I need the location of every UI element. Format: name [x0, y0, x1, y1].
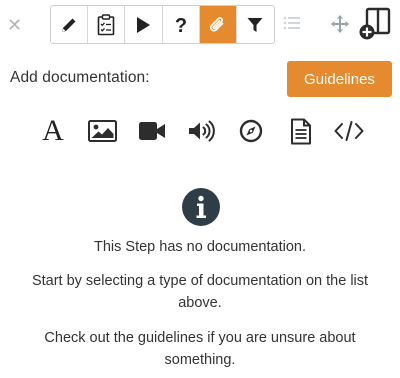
volume-icon [189, 120, 215, 142]
compass-icon [239, 119, 263, 143]
code-icon [334, 121, 364, 141]
file-type-button[interactable] [286, 114, 316, 148]
text-type-button[interactable]: A [40, 114, 66, 148]
filter-icon [247, 17, 263, 32]
clipboard-checklist-icon [97, 13, 115, 35]
top-toolbar-area: ✕ ? [0, 0, 400, 52]
video-type-button[interactable] [137, 114, 167, 148]
code-type-button[interactable] [332, 114, 366, 148]
pencil-icon [62, 18, 76, 32]
empty-state-instruction: Start by selecting a type of documentati… [31, 273, 369, 311]
move-icon[interactable] [330, 14, 350, 34]
edit-button[interactable] [51, 6, 89, 43]
text-icon: A [42, 114, 64, 147]
add-panel-icon[interactable] [358, 7, 392, 41]
link-type-button[interactable] [236, 114, 266, 148]
audio-type-button[interactable] [186, 114, 216, 148]
play-button[interactable] [125, 6, 163, 43]
play-icon [137, 16, 151, 33]
list-icon[interactable] [283, 15, 301, 31]
empty-state-message: This Step has no documentation. [94, 239, 306, 255]
video-camera-icon [139, 122, 165, 140]
empty-state-hint: Check out the guidelines if you are unsu… [44, 330, 356, 368]
add-documentation-label: Add documentation: [10, 69, 150, 86]
help-button[interactable]: ? [163, 6, 200, 43]
documentation-button[interactable] [199, 6, 237, 43]
image-type-button[interactable] [87, 114, 117, 148]
checklist-button[interactable] [88, 6, 126, 43]
mode-toolbar: ? [50, 5, 275, 44]
svg-text:?: ? [174, 15, 186, 36]
paperclip-icon [209, 16, 224, 32]
question-icon: ? [174, 15, 186, 36]
guidelines-button[interactable]: Guidelines [287, 61, 392, 97]
filter-button[interactable] [237, 6, 274, 43]
close-icon[interactable]: ✕ [7, 16, 22, 34]
image-icon [87, 120, 117, 142]
documentation-type-list: A [34, 114, 374, 148]
info-icon [182, 188, 220, 226]
document-icon [291, 118, 311, 144]
